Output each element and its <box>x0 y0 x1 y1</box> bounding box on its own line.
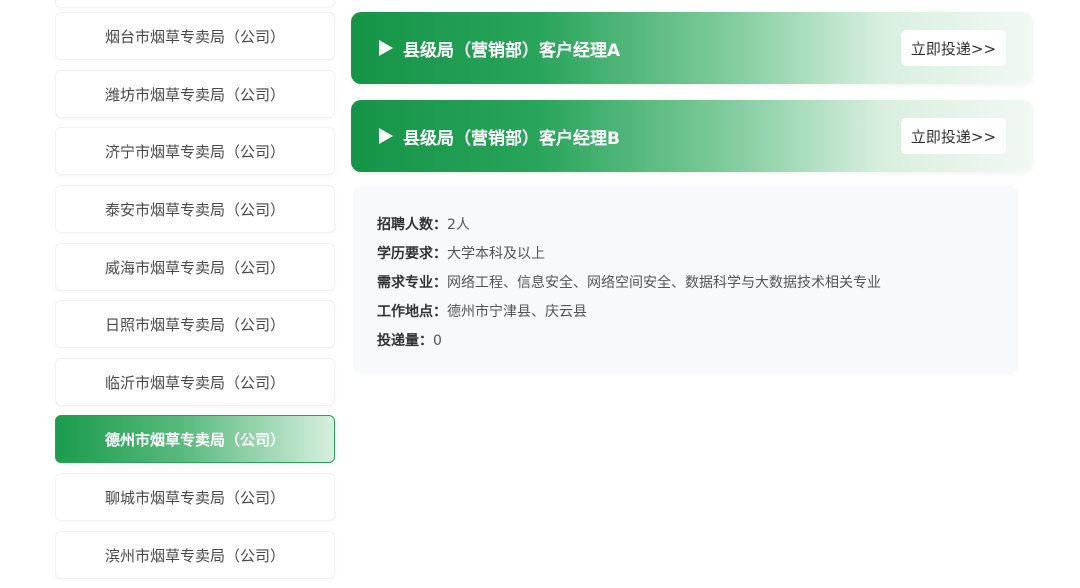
detail-value: 网络工程、信息安全、网络空间安全、数据科学与大数据技术相关专业 <box>447 275 881 291</box>
detail-value: 大学本科及以上 <box>447 246 545 262</box>
sidebar-item-taian[interactable]: 泰安市烟草专卖局（公司） <box>55 185 335 233</box>
sidebar-item-dezhou[interactable]: 德州市烟草专卖局（公司） <box>55 415 335 463</box>
detail-value: 德州市宁津县、庆云县 <box>447 304 587 320</box>
sidebar-item-binzhou[interactable]: 滨州市烟草专卖局（公司） <box>55 531 335 579</box>
detail-label: 招聘人数： <box>377 217 447 233</box>
sidebar-item-weifang[interactable]: 潍坊市烟草专卖局（公司） <box>55 70 335 118</box>
caret-right-icon <box>379 40 393 56</box>
caret-right-icon <box>379 128 393 144</box>
job-title-b: 县级局（营销部）客户经理B <box>379 100 620 172</box>
sidebar-item-jining[interactable]: 济宁市烟草专卖局（公司） <box>55 127 335 175</box>
job-card-a[interactable]: 县级局（营销部）客户经理A 立即投递>> <box>351 12 1033 84</box>
apply-button-b[interactable]: 立即投递>> <box>901 118 1006 154</box>
detail-value: 2人 <box>447 217 470 233</box>
detail-label: 需求专业： <box>377 275 447 291</box>
sidebar-item-rizhao[interactable]: 日照市烟草专卖局（公司） <box>55 300 335 348</box>
job-detail-panel: 招聘人数：2人 学历要求：大学本科及以上 需求专业：网络工程、信息安全、网络空间… <box>353 186 1018 374</box>
detail-major: 需求专业：网络工程、信息安全、网络空间安全、数据科学与大数据技术相关专业 <box>377 269 994 298</box>
detail-location: 工作地点：德州市宁津县、庆云县 <box>377 298 994 327</box>
job-title-a: 县级局（营销部）客户经理A <box>379 12 620 84</box>
sidebar-item-weihai[interactable]: 威海市烟草专卖局（公司） <box>55 243 335 291</box>
sidebar-item-yantai[interactable]: 烟台市烟草专卖局（公司） <box>55 12 335 60</box>
job-title-text: 县级局（营销部）客户经理B <box>403 128 620 149</box>
sidebar-item-partial[interactable] <box>55 0 335 8</box>
sidebar-item-linyi[interactable]: 临沂市烟草专卖局（公司） <box>55 358 335 406</box>
detail-label: 学历要求： <box>377 246 447 262</box>
detail-value: 0 <box>433 333 442 349</box>
detail-label: 工作地点： <box>377 304 447 320</box>
sidebar-item-liaocheng[interactable]: 聊城市烟草专卖局（公司） <box>55 473 335 521</box>
detail-label: 投递量： <box>377 333 433 349</box>
apply-button-a[interactable]: 立即投递>> <box>901 30 1006 66</box>
detail-education: 学历要求：大学本科及以上 <box>377 240 994 269</box>
job-title-text: 县级局（营销部）客户经理A <box>403 40 621 61</box>
branch-sidebar: 烟台市烟草专卖局（公司） 潍坊市烟草专卖局（公司） 济宁市烟草专卖局（公司） 泰… <box>0 0 345 588</box>
detail-applications: 投递量：0 <box>377 327 994 356</box>
detail-headcount: 招聘人数：2人 <box>377 211 994 240</box>
job-card-b[interactable]: 县级局（营销部）客户经理B 立即投递>> <box>351 100 1033 172</box>
